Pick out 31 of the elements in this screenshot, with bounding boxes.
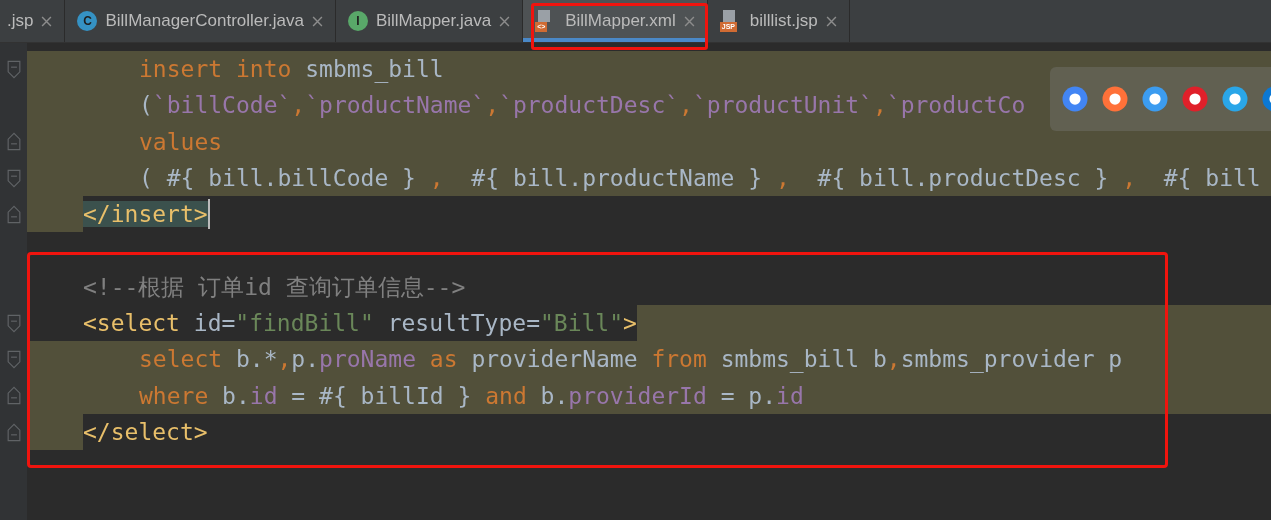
close-icon[interactable] (41, 15, 53, 27)
browser-icon[interactable] (1140, 84, 1170, 114)
fold-icon[interactable] (6, 350, 21, 369)
code-line: where b.id = #{ billId } and b.providerId = p.id (138, 381, 804, 411)
fold-icon[interactable] (6, 59, 21, 79)
code-line: (`billCode`,`productName`,`productDesc`,`productUnit`,`productCo (138, 91, 1026, 121)
close-icon[interactable] (825, 15, 837, 27)
browser-icon[interactable] (1180, 84, 1210, 114)
editor-tab[interactable]: .jsp (0, 0, 66, 42)
fold-icon[interactable] (6, 313, 21, 333)
fold-icon[interactable] (6, 422, 21, 442)
editor-tab[interactable]: C BillManagerController.java (65, 0, 336, 42)
code-line: select b.*,p.proName as providerName from smbms_bill b,smbms_provider p (138, 345, 1123, 375)
close-icon[interactable] (683, 15, 695, 27)
code-line: <!--根据 订单id 查询订单信息--> (83, 272, 466, 302)
close-icon[interactable] (499, 15, 511, 27)
fold-icon[interactable] (6, 132, 21, 152)
browser-icon[interactable] (1100, 84, 1130, 114)
browser-icon[interactable] (1060, 84, 1090, 114)
fold-icon[interactable] (6, 386, 21, 406)
file-type-icon: I (347, 11, 368, 31)
fold-icon[interactable] (6, 204, 21, 224)
browser-icon[interactable] (1220, 84, 1250, 114)
file-type-icon: C (77, 11, 98, 31)
fold-icon[interactable] (6, 168, 21, 188)
code-line: <select id="findBill" resultType="Bill"> (83, 309, 637, 339)
code-line: values (138, 127, 223, 157)
code-line: ( #{ bill.billCode } , #{ bill.productName } , #{ bill.productDesc } , #{ bill (138, 163, 1261, 193)
code-line: </select> (83, 417, 208, 447)
close-icon[interactable] (311, 15, 323, 27)
code-line: insert into smbms_bill (138, 55, 444, 85)
